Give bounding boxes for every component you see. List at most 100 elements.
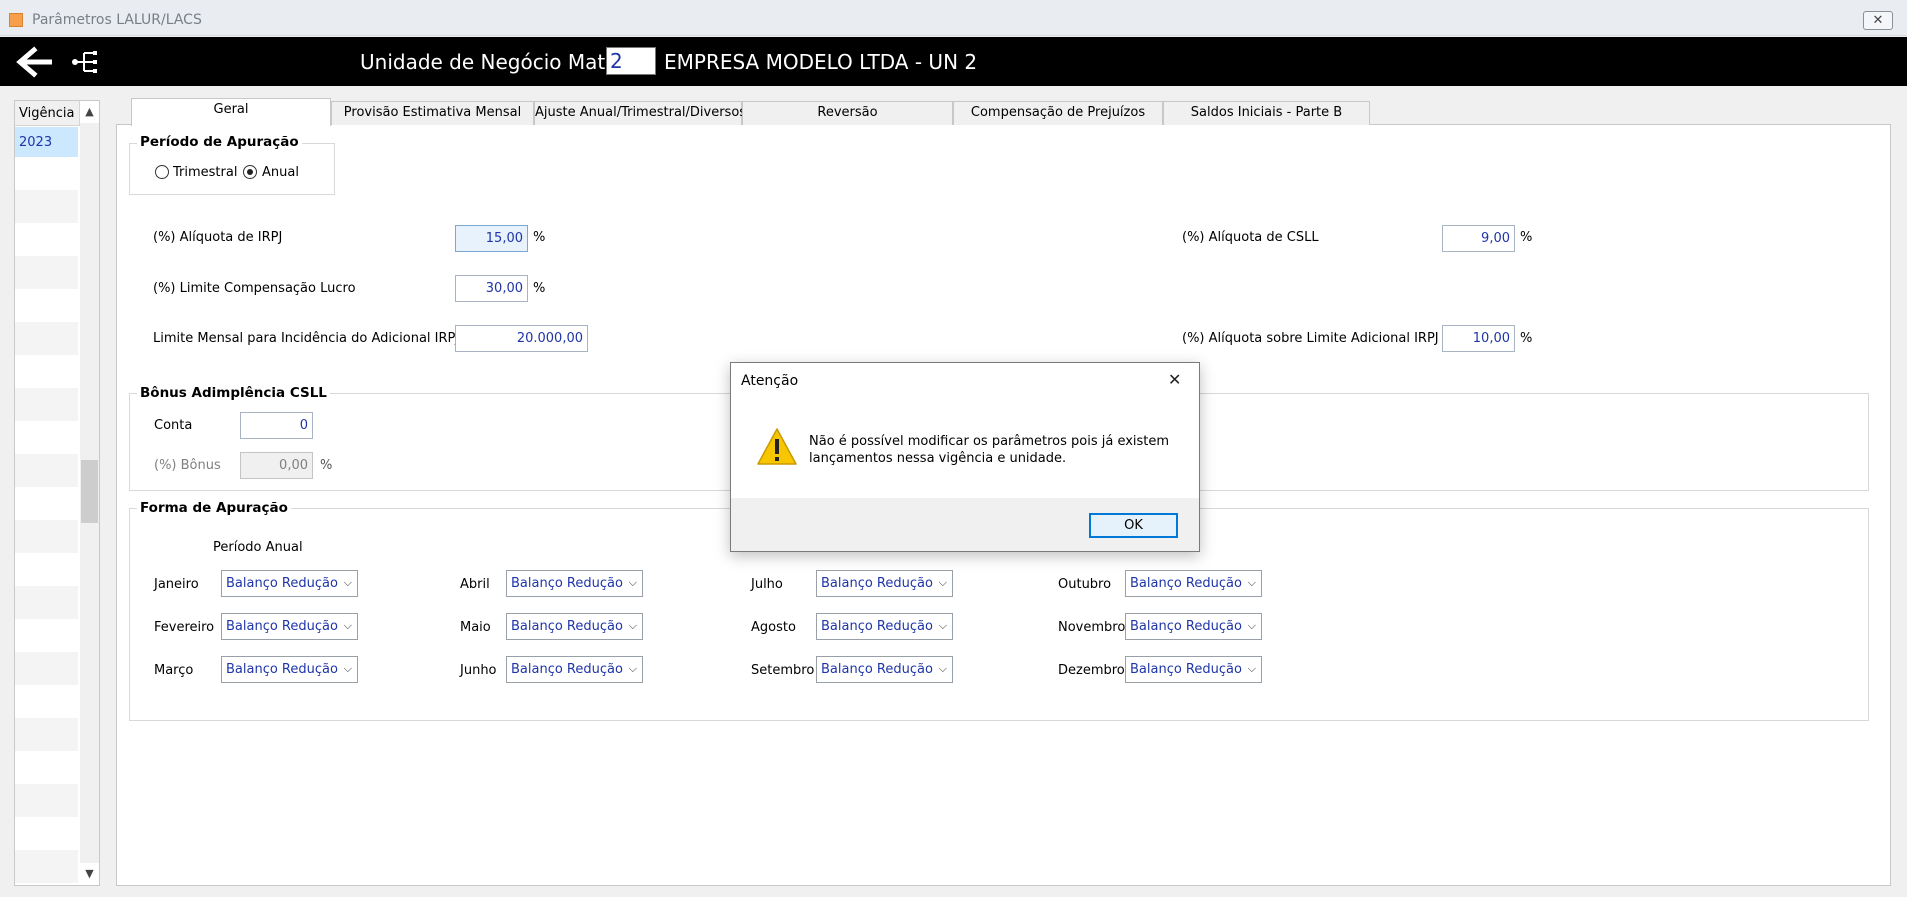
bonus-title: Bônus Adimplência CSLL xyxy=(137,385,330,401)
select-janeiro[interactable]: Balanço Redução ⌵ xyxy=(221,570,358,597)
pct-sign: % xyxy=(1520,230,1533,245)
select-value: Balanço Redução xyxy=(821,662,933,677)
select-value: Balanço Redução xyxy=(511,619,623,634)
forma-title: Forma de Apuração xyxy=(137,500,291,516)
tab-provisao[interactable]: Provisão Estimativa Mensal xyxy=(331,101,534,125)
periodo-anual-subtitle: Período Anual xyxy=(213,540,303,555)
select-value: Balanço Redução xyxy=(1130,662,1242,677)
chevron-down-icon[interactable]: ▼ xyxy=(80,863,99,885)
month-label: Agosto xyxy=(751,620,796,635)
limite-comp-input[interactable]: 30,00 xyxy=(455,275,528,302)
periodo-title: Período de Apuração xyxy=(137,134,302,150)
ok-button[interactable]: OK xyxy=(1089,513,1178,538)
select-maio[interactable]: Balanço Redução ⌵ xyxy=(506,613,643,640)
tab-reversao[interactable]: Reversão xyxy=(742,101,953,125)
select-value: Balanço Redução xyxy=(821,619,933,634)
dialog-message-line2: lançamentos nessa vigência e unidade. xyxy=(809,451,1067,466)
window-close-button[interactable]: ✕ xyxy=(1863,11,1893,30)
list-stripe xyxy=(15,256,78,289)
company-name: EMPRESA MODELO LTDA - UN 2 xyxy=(664,50,978,74)
aliquota-irpj-input[interactable]: 15,00 xyxy=(455,225,528,252)
pct-sign: % xyxy=(533,281,546,296)
month-label: Setembro xyxy=(751,663,815,678)
radio-anual[interactable] xyxy=(243,165,257,179)
app-icon xyxy=(9,13,23,27)
conta-input[interactable]: 0 xyxy=(240,412,313,439)
month-label: Janeiro xyxy=(154,577,199,592)
chevron-down-icon: ⌵ xyxy=(1247,576,1256,589)
select-value: Balanço Redução xyxy=(511,662,623,677)
radio-trimestral-label[interactable]: Trimestral xyxy=(173,165,237,180)
aliquota-irpj-label: (%) Alíquota de IRPJ xyxy=(153,230,283,245)
list-stripe xyxy=(15,520,78,553)
limite-mensal-input[interactable]: 20.000,00 xyxy=(455,325,588,352)
chevron-down-icon: ⌵ xyxy=(628,619,637,632)
bonus-label: (%) Bônus xyxy=(154,458,221,473)
aliquota-csll-input[interactable]: 9,00 xyxy=(1442,225,1515,252)
dialog-message-line1: Não é possível modificar os parâmetros p… xyxy=(809,434,1170,449)
month-label: Março xyxy=(154,663,194,678)
chevron-down-icon: ⌵ xyxy=(1247,619,1256,632)
select-value: Balanço Redução xyxy=(226,619,338,634)
dialog-message: Não é possível modificar os parâmetros p… xyxy=(809,433,1189,467)
aliquota-adicional-label: (%) Alíquota sobre Limite Adicional IRPJ xyxy=(1182,331,1439,346)
tree-network-icon[interactable] xyxy=(70,48,98,76)
tab-saldos[interactable]: Saldos Iniciais - Parte B xyxy=(1163,101,1370,125)
list-stripe xyxy=(15,454,78,487)
tab-compensacao[interactable]: Compensação de Prejuízos xyxy=(953,101,1163,125)
warning-icon xyxy=(757,428,797,465)
chevron-down-icon: ⌵ xyxy=(343,576,352,589)
list-stripe xyxy=(15,652,78,685)
select-junho[interactable]: Balanço Redução ⌵ xyxy=(506,656,643,683)
chevron-down-icon: ⌵ xyxy=(938,619,947,632)
pct-sign: % xyxy=(320,458,333,473)
vigencia-row[interactable]: 2023 xyxy=(15,127,78,157)
chevron-down-icon: ⌵ xyxy=(343,619,352,632)
select-value: Balanço Redução xyxy=(1130,576,1242,591)
month-label: Outubro xyxy=(1058,577,1112,592)
month-label: Fevereiro xyxy=(154,620,215,635)
month-label: Julho xyxy=(751,577,783,592)
select-julho[interactable]: Balanço Redução ⌵ xyxy=(816,570,953,597)
select-dezembro[interactable]: Balanço Redução ⌵ xyxy=(1125,656,1262,683)
close-icon[interactable]: ✕ xyxy=(1168,370,1181,389)
select-fevereiro[interactable]: Balanço Redução ⌵ xyxy=(221,613,358,640)
month-label: Junho xyxy=(460,663,497,678)
select-agosto[interactable]: Balanço Redução ⌵ xyxy=(816,613,953,640)
chevron-down-icon: ⌵ xyxy=(938,662,947,675)
back-arrow-icon[interactable] xyxy=(14,46,54,78)
list-stripe xyxy=(15,850,78,883)
aliquota-adicional-input[interactable]: 10,00 xyxy=(1442,325,1515,352)
select-marco[interactable]: Balanço Redução ⌵ xyxy=(221,656,358,683)
radio-trimestral[interactable] xyxy=(155,165,169,179)
vigencia-column-header[interactable]: Vigência xyxy=(15,101,80,126)
chevron-up-icon[interactable]: ▲ xyxy=(80,101,99,123)
month-label: Abril xyxy=(460,577,490,592)
select-setembro[interactable]: Balanço Redução ⌵ xyxy=(816,656,953,683)
select-outubro[interactable]: Balanço Redução ⌵ xyxy=(1125,570,1262,597)
conta-label: Conta xyxy=(154,418,193,433)
select-abril[interactable]: Balanço Redução ⌵ xyxy=(506,570,643,597)
aliquota-csll-label: (%) Alíquota de CSLL xyxy=(1182,230,1319,245)
list-stripe xyxy=(15,322,78,355)
scrollbar-thumb[interactable] xyxy=(81,460,98,523)
limite-comp-label: (%) Limite Compensação Lucro xyxy=(153,281,356,296)
chevron-down-icon: ⌵ xyxy=(938,576,947,589)
month-label: Maio xyxy=(460,620,491,635)
pct-sign: % xyxy=(1520,331,1533,346)
chevron-down-icon: ⌵ xyxy=(1247,662,1256,675)
pct-sign: % xyxy=(533,230,546,245)
select-value: Balanço Redução xyxy=(226,576,338,591)
select-novembro[interactable]: Balanço Redução ⌵ xyxy=(1125,613,1262,640)
month-label: Dezembro xyxy=(1058,663,1125,678)
select-value: Balanço Redução xyxy=(511,576,623,591)
chevron-down-icon: ⌵ xyxy=(628,576,637,589)
chevron-down-icon: ⌵ xyxy=(628,662,637,675)
limite-mensal-label: Limite Mensal para Incidência do Adicion… xyxy=(153,331,460,346)
tab-geral[interactable]: Geral xyxy=(131,98,331,126)
chevron-down-icon: ⌵ xyxy=(343,662,352,675)
radio-anual-label[interactable]: Anual xyxy=(262,165,299,180)
select-value: Balanço Redução xyxy=(821,576,933,591)
unit-input[interactable]: 2 xyxy=(606,47,656,75)
tab-ajuste[interactable]: Ajuste Anual/Trimestral/Diversos xyxy=(534,101,746,125)
